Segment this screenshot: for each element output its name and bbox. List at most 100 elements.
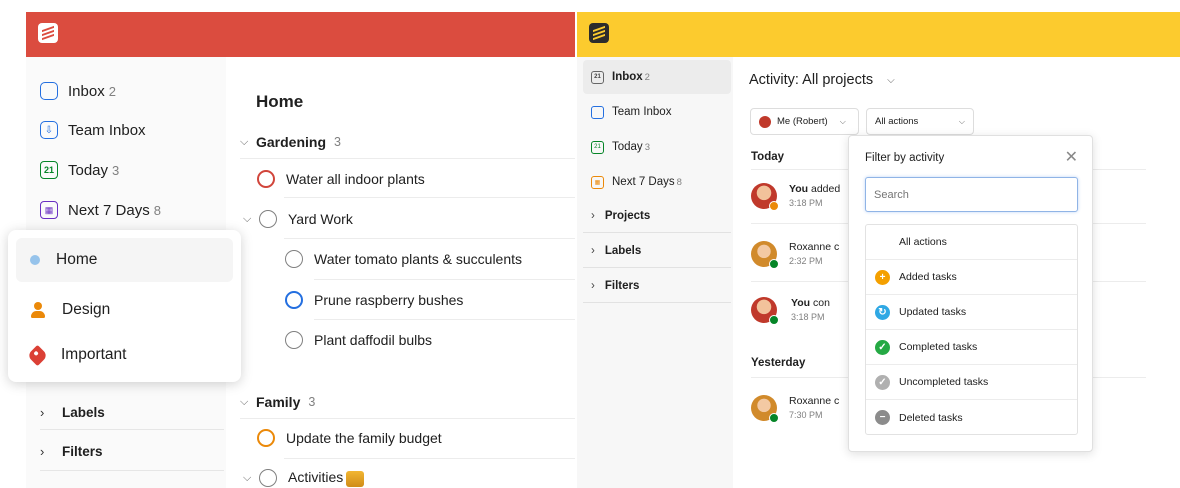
sidebar-item-inbox[interactable]: 21 Inbox 2 <box>583 60 731 94</box>
activity-item[interactable]: Roxanne c 2:32 PM <box>751 237 839 271</box>
projects-card: Home Design Important <box>8 230 241 382</box>
activity-title-text: Activity: All projects <box>749 72 874 88</box>
section-header-family[interactable]: ⌵ Family 3 <box>240 391 315 413</box>
item-count: 3 <box>644 142 650 153</box>
chevron-down-icon: ⌵ <box>839 116 846 126</box>
chevron-down-icon: ⌵ <box>240 395 249 408</box>
activity-item[interactable]: You con 3:18 PM <box>751 293 830 327</box>
activity-time: 3:18 PM <box>789 198 823 208</box>
calendar-week-icon: ▦ <box>591 175 604 189</box>
dropdown-value: All actions <box>875 116 919 127</box>
task-checkbox[interactable] <box>285 250 303 268</box>
item-count: 2 <box>108 83 116 99</box>
task-title: Water tomato plants & succulents <box>314 251 523 267</box>
option-completed-tasks[interactable]: ✓ Completed tasks <box>866 330 1077 365</box>
left-main-content: Home ⌵ Gardening 3 Water all indoor plan… <box>226 57 575 488</box>
activity-time: 3:18 PM <box>791 312 825 322</box>
task-water-tomato[interactable]: Water tomato plants & succulents <box>285 247 522 271</box>
sidebar-item-label: Team Inbox <box>68 121 146 139</box>
item-count: 8 <box>676 177 682 188</box>
activity-actor: You <box>791 297 811 309</box>
sidebar-item-label: Today <box>612 141 643 153</box>
chevron-down-icon[interactable]: ⌵ <box>243 213 251 226</box>
completed-badge-icon <box>769 259 779 269</box>
page-title: Home <box>256 92 304 111</box>
sidebar-section-labels[interactable]: › Labels <box>40 401 224 423</box>
action-filter-dropdown[interactable]: All actions ⌵ <box>866 108 974 135</box>
person-filter-dropdown[interactable]: Me (Robert) ⌵ <box>750 108 859 135</box>
section-label: Filters <box>62 443 103 459</box>
option-updated-tasks[interactable]: ↻ Updated tasks <box>866 295 1077 330</box>
sidebar-item-team-inbox[interactable]: ⇩ Team Inbox <box>40 118 146 142</box>
project-label: Important <box>61 346 127 363</box>
section-label: Labels <box>62 404 105 420</box>
task-checkbox[interactable] <box>257 429 275 447</box>
divider <box>240 418 575 419</box>
sidebar-item-today[interactable]: 21 Today 3 <box>40 158 119 182</box>
task-checkbox[interactable] <box>285 331 303 349</box>
task-checkbox[interactable] <box>257 170 275 188</box>
sidebar-item-today[interactable]: 21 Today 3 <box>583 130 731 164</box>
sidebar-item-next-7-days[interactable]: ▦ Next 7 Days 8 <box>583 165 731 199</box>
avatar <box>751 297 779 325</box>
project-design[interactable]: Design <box>16 288 233 332</box>
option-uncompleted-tasks[interactable]: ✓ Uncompleted tasks <box>866 365 1077 400</box>
divider <box>284 238 575 239</box>
check-circle-icon: ✓ <box>875 339 890 355</box>
task-title: Plant daffodil bulbs <box>314 332 433 348</box>
task-plant-daffodil[interactable]: Plant daffodil bulbs <box>285 328 432 352</box>
option-label: Deleted tasks <box>899 411 963 424</box>
activity-item[interactable]: Roxanne c 7:30 PM <box>751 391 839 425</box>
option-deleted-tasks[interactable]: − Deleted tasks <box>866 400 1077 435</box>
sidebar-section-filters[interactable]: › Filters <box>40 440 224 462</box>
sidebar-section-filters[interactable]: › Filters <box>583 271 731 301</box>
right-sidebar: 21 Inbox 2 Team Inbox 21 Today 3 ▦ Next 7 … <box>577 57 733 488</box>
project-home[interactable]: Home <box>16 238 233 282</box>
task-title: Water all indoor plants <box>286 171 425 187</box>
sidebar-item-label: Next 7 Days <box>68 201 150 219</box>
task-prune-raspberry[interactable]: Prune raspberry bushes <box>285 288 463 312</box>
task-family-budget[interactable]: Update the family budget <box>257 426 442 450</box>
divider <box>284 197 575 198</box>
sidebar-item-inbox[interactable]: Inbox 2 <box>40 79 116 103</box>
calendar-week-icon: ▦ <box>40 201 58 219</box>
task-checkbox[interactable] <box>259 469 277 487</box>
todoist-logo-icon[interactable] <box>589 23 609 43</box>
task-water-plants[interactable]: Water all indoor plants <box>257 167 425 191</box>
team-inbox-icon: ⇩ <box>40 121 58 139</box>
project-important[interactable]: Important <box>16 333 233 377</box>
activity-text: added <box>808 183 841 195</box>
option-added-tasks[interactable]: + Added tasks <box>866 260 1077 295</box>
task-yard-work[interactable]: ⌵ Yard Work <box>243 207 353 231</box>
search-input[interactable] <box>865 177 1078 212</box>
chevron-right-icon: › <box>591 245 595 257</box>
activity-text: Roxanne c <box>789 395 840 407</box>
task-checkbox[interactable] <box>285 291 303 309</box>
activity-item[interactable]: You added 3:18 PM <box>751 179 840 213</box>
option-all-actions[interactable]: All actions <box>866 225 1077 260</box>
option-label: Completed tasks <box>899 341 978 353</box>
task-checkbox[interactable] <box>259 210 277 228</box>
close-icon[interactable]: ✕ <box>1065 147 1078 167</box>
chevron-down-icon[interactable]: ⌵ <box>243 472 251 485</box>
sidebar-item-team-inbox[interactable]: Team Inbox <box>583 95 731 129</box>
inbox-icon <box>40 82 58 100</box>
section-header-gardening[interactable]: ⌵ Gardening 3 <box>240 131 341 153</box>
task-title: Update the family budget <box>286 430 442 446</box>
activity-time: 2:32 PM <box>789 256 823 266</box>
divider <box>583 302 731 303</box>
task-activities[interactable]: ⌵ Activities <box>243 466 365 488</box>
team-inbox-icon <box>591 105 604 119</box>
chevron-right-icon: › <box>591 280 595 292</box>
chevron-right-icon: › <box>40 404 45 420</box>
item-count: 3 <box>112 162 120 178</box>
plus-circle-icon: + <box>875 269 890 285</box>
activity-title[interactable]: Activity: All projects ⌵ <box>749 72 895 88</box>
todoist-logo-icon[interactable] <box>38 23 58 43</box>
sidebar-item-next-7-days[interactable]: ▦ Next 7 Days 8 <box>40 198 161 222</box>
sidebar-item-label: Next 7 Days <box>612 176 675 188</box>
sidebar-section-labels[interactable]: › Labels <box>583 236 731 266</box>
check-circle-gray-icon: ✓ <box>875 374 890 390</box>
sidebar-section-projects[interactable]: › Projects <box>583 201 731 231</box>
calendar-icon: 21 <box>591 70 604 84</box>
